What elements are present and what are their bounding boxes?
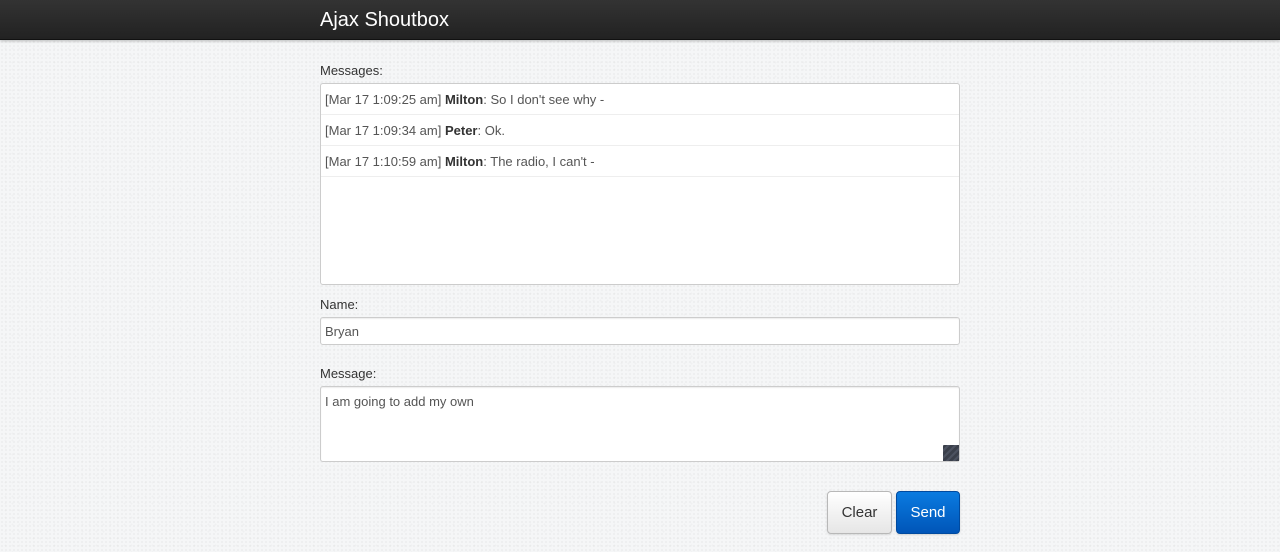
navbar: Ajax Shoutbox <box>0 0 1280 40</box>
message-separator: : <box>483 154 487 169</box>
resize-handle-icon[interactable] <box>943 445 959 461</box>
name-label: Name: <box>320 297 359 312</box>
message-timestamp: [Mar 17 1:10:59 am] <box>325 154 442 169</box>
brand-title[interactable]: Ajax Shoutbox <box>320 8 449 32</box>
messages-label: Messages: <box>320 63 383 78</box>
message-author: Peter <box>444 123 478 138</box>
message-label: Message: <box>320 366 377 381</box>
message-author: Milton <box>444 154 484 169</box>
message-item: [Mar 17 1:09:34 am] Peter: Ok. <box>321 115 959 146</box>
send-button[interactable]: Send <box>896 491 960 534</box>
messages-list[interactable]: [Mar 17 1:09:25 am] Milton: So I don't s… <box>320 83 960 285</box>
message-item: [Mar 17 1:10:59 am] Milton: The radio, I… <box>321 146 959 177</box>
clear-button[interactable]: Clear <box>827 491 892 534</box>
message-textarea[interactable]: I am going to add my own <box>320 386 960 462</box>
message-timestamp: [Mar 17 1:09:34 am] <box>325 123 442 138</box>
name-input[interactable] <box>320 317 960 345</box>
message-text: The radio, I can't - <box>490 154 595 169</box>
message-text: Ok. <box>484 123 505 138</box>
message-timestamp: [Mar 17 1:09:25 am] <box>325 92 442 107</box>
message-separator: : <box>483 92 487 107</box>
message-separator: : <box>477 123 482 138</box>
message-item: [Mar 17 1:09:25 am] Milton: So I don't s… <box>321 84 959 115</box>
message-text: So I don't see why - <box>490 92 605 107</box>
message-author: Milton <box>444 92 484 107</box>
